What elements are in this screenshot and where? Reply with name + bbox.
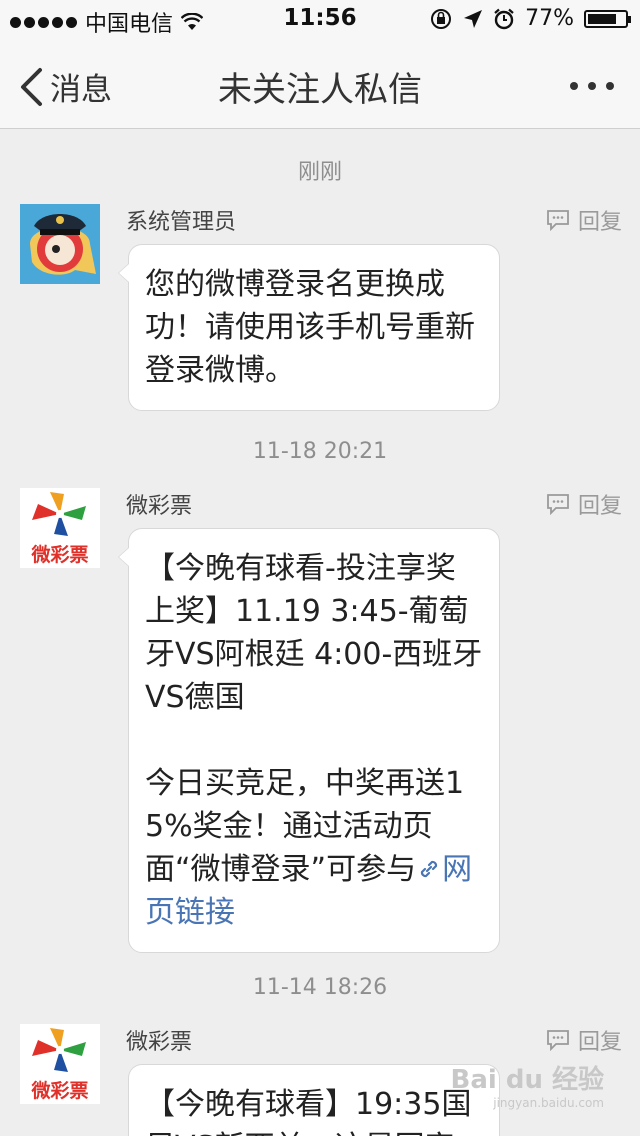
lottery-logo-icon [32, 1028, 86, 1072]
message-timestamp: 刚刚 [297, 160, 342, 185]
system-admin-avatar-icon [20, 204, 100, 284]
sender-name: 系统管理员 [126, 210, 237, 235]
watermark-url: jingyan.baidu.com [493, 1096, 604, 1110]
comment-icon [547, 1030, 569, 1051]
reply-label: 回复 [577, 1030, 622, 1055]
message-bubble[interactable]: 【今晚有球看】19:35国足VS新西兰，这是国家 [128, 1064, 500, 1136]
alarm-icon [494, 8, 514, 29]
message-text: 您的微博登录名更换成功！请使用该手机号重新登录微博。 [145, 267, 475, 388]
message-bubble[interactable]: 【今晚有球看-投注享奖上奖】11.19 3:45-葡萄牙VS阿根廷 4:00-西… [118, 528, 500, 953]
message-text: 【今晚有球看】19:35国足VS新西兰，这是国家 [145, 1087, 472, 1136]
link-icon [420, 860, 438, 878]
comment-icon [547, 494, 569, 515]
reply-button[interactable]: 回复 [546, 488, 622, 520]
sender-name: 微彩票 [126, 494, 193, 519]
battery-percent: 77% [525, 6, 574, 31]
comment-icon [547, 210, 569, 231]
reply-button[interactable]: 回复 [546, 204, 622, 236]
avatar-brand-text: 微彩票 [31, 544, 89, 566]
avatar[interactable] [20, 204, 100, 284]
message-timestamp: 11-14 18:26 [252, 975, 388, 1000]
reply-button[interactable]: 回复 [546, 1024, 622, 1056]
status-bar: 中国电信 11:56 77% [0, 0, 640, 40]
reply-label: 回复 [577, 210, 622, 235]
watermark-brand: Bai du 经验 [450, 1065, 605, 1095]
message-text: 【今晚有球看-投注享奖上奖】11.19 3:45-葡萄牙VS阿根廷 4:00-西… [145, 551, 483, 715]
lottery-logo-icon [32, 492, 86, 536]
message-bubble[interactable]: 您的微博登录名更换成功！请使用该手机号重新登录微博。 [118, 244, 500, 411]
watermark: Bai du 经验 jingyan.baidu.com [451, 1059, 605, 1110]
sender-name: 微彩票 [126, 1030, 193, 1055]
page-title: 未关注人私信 [218, 70, 422, 110]
reply-label: 回复 [577, 494, 622, 519]
avatar[interactable]: 微彩票 [20, 1024, 100, 1104]
message-timestamp: 11-18 20:21 [252, 439, 388, 464]
more-options-button[interactable] [570, 82, 614, 90]
location-arrow-icon [464, 9, 483, 28]
rotation-lock-icon [431, 8, 452, 29]
battery-icon [584, 9, 631, 28]
avatar[interactable]: 微彩票 [20, 488, 100, 568]
avatar-brand-text: 微彩票 [31, 1080, 89, 1102]
navigation-bar: 消息 未关注人私信 [0, 40, 640, 129]
